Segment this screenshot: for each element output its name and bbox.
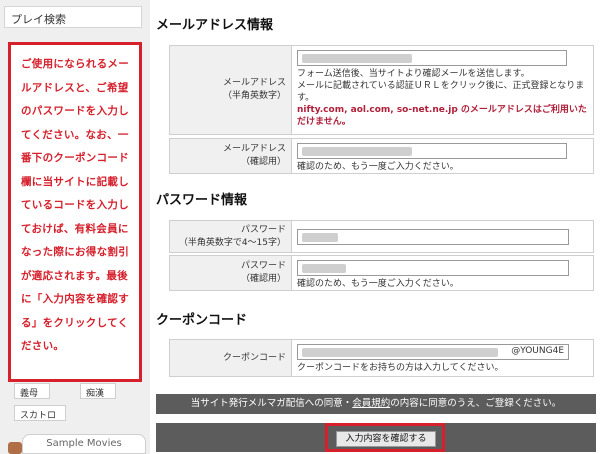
agreement-bar: 当サイト発行メルマガ配信への同意・会員規約の内容に同意のうえ、ご登録ください。	[156, 394, 596, 414]
email-description: フォーム送信後、当サイトより確認メールを送信します。 メールに記載されている認証…	[297, 68, 593, 128]
email-confirm-label: メールアドレス （確認用）	[170, 139, 292, 173]
sample-movies-tab[interactable]: Sample Movies	[22, 434, 146, 454]
confirm-input-button[interactable]: 入力内容を確認する	[336, 431, 436, 447]
email-confirm-input[interactable]	[297, 143, 567, 159]
password-confirm-row: パスワード （確認用） 確認のため、もう一度ご入力ください。	[169, 255, 594, 291]
tag-gibo[interactable]: 義母	[14, 383, 50, 399]
coupon-input[interactable]: @YOUNG4E	[297, 344, 569, 360]
password-confirm-description: 確認のため、もう一度ご入力ください。	[297, 279, 459, 289]
password-confirm-label: パスワード （確認用）	[170, 256, 292, 290]
tag-scatology[interactable]: スカトロ	[14, 405, 66, 421]
email-input[interactable]	[297, 50, 567, 66]
confirm-bar: 入力内容を確認する	[156, 423, 596, 452]
coupon-code-value: @YOUNG4E	[511, 346, 564, 356]
email-confirm-row: メールアドレス （確認用） 確認のため、もう一度ご入力ください。	[169, 138, 594, 174]
email-warning: nifty.com, aol.com, so-net.ne.jp のメールアドレ…	[297, 105, 587, 127]
coupon-row: クーポンコード @YOUNG4E クーポンコードをお持ちの方は入力してください。	[169, 339, 594, 377]
instruction-notice: ご使用になられるメールアドレスと、ご希望のパスワードを入力してください。なお、一…	[8, 42, 142, 382]
coupon-section-title: クーポンコード	[156, 313, 248, 328]
instruction-text: ご使用になられるメールアドレスと、ご希望のパスワードを入力してください。なお、一…	[21, 58, 129, 352]
coupon-description: クーポンコードをお持ちの方は入力してください。	[297, 363, 504, 373]
play-search-button[interactable]: プレイ検索	[4, 6, 142, 28]
password-input[interactable]	[297, 229, 569, 245]
password-confirm-input[interactable]	[297, 260, 569, 276]
email-row: メールアドレス （半角英数字） フォーム送信後、当サイトより確認メールを送信しま…	[169, 45, 594, 135]
confirm-highlight: 入力内容を確認する	[325, 423, 445, 452]
email-label: メールアドレス （半角英数字）	[170, 46, 292, 134]
email-confirm-description: 確認のため、もう一度ご入力ください。	[297, 162, 459, 172]
password-label: パスワード （半角英数字で4～15字）	[170, 221, 292, 252]
tag-chikan[interactable]: 痴漢	[80, 383, 116, 399]
password-row: パスワード （半角英数字で4～15字）	[169, 220, 594, 253]
coupon-label: クーポンコード	[170, 340, 292, 376]
sidebar: プレイ検索 ご使用になられるメールアドレスと、ご希望のパスワードを入力してくださ…	[0, 0, 150, 454]
email-section-title: メールアドレス情報	[156, 18, 274, 33]
password-section-title: パスワード情報	[156, 193, 248, 208]
sample-thumbnail[interactable]	[8, 442, 22, 454]
terms-link[interactable]: 会員規約	[352, 398, 390, 409]
registration-form: メールアドレス情報 メールアドレス （半角英数字） フォーム送信後、当サイトより…	[150, 0, 600, 454]
